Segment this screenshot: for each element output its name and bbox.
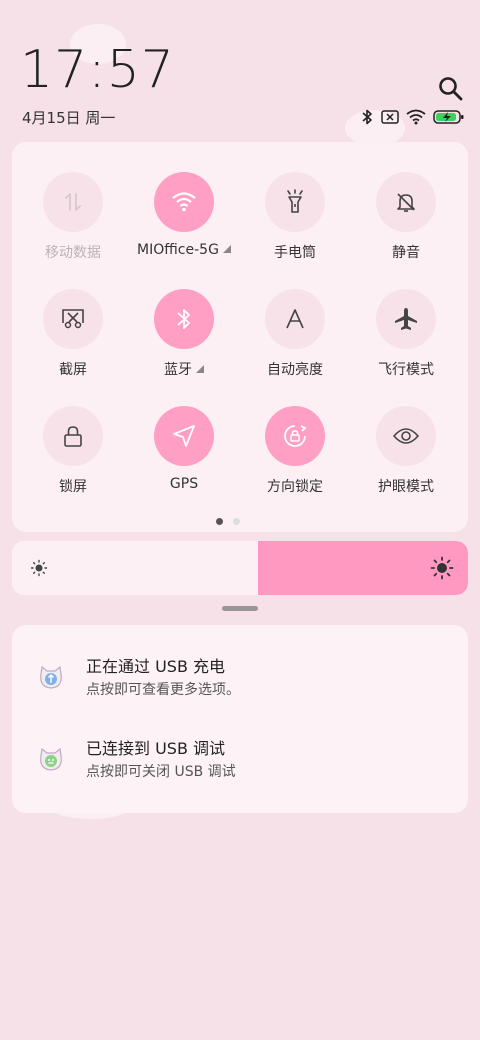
tile-circle [265, 406, 325, 466]
usb-debug-cat-icon [40, 747, 62, 771]
airplane-icon [395, 308, 417, 330]
mobile-data-icon [65, 193, 81, 211]
eye-icon [392, 428, 420, 444]
page-indicator[interactable] [216, 518, 240, 525]
notification-subtitle: 点按即可关闭 USB 调试 [86, 764, 236, 780]
bluetooth-icon [177, 309, 190, 329]
notification-card: 正在通过 USB 充电 点按即可查看更多选项。 已连接到 USB 调试 点按即可… [12, 625, 468, 813]
tile-mobile-data[interactable]: 移动数据 [18, 172, 128, 262]
notification-title: 正在通过 USB 充电 [86, 657, 226, 676]
tile-label: 锁屏 [59, 479, 87, 495]
tile-circle [154, 172, 214, 232]
tile-rotation-lock[interactable]: 方向锁定 [240, 406, 350, 496]
tile-label: 方向锁定 [267, 479, 323, 495]
drag-handle[interactable] [222, 606, 258, 611]
search-button[interactable] [436, 74, 466, 104]
tile-label: GPS [169, 476, 199, 492]
tile-circle [376, 172, 436, 232]
tile-mute[interactable]: 静音 [351, 172, 461, 262]
tile-label: 蓝牙 [129, 359, 239, 379]
rotation-lock-icon [284, 425, 307, 447]
brightness-high-icon [430, 556, 454, 580]
tile-circle [43, 172, 103, 232]
screenshot-icon [62, 309, 84, 329]
tile-label: 手电筒 [274, 245, 316, 261]
tile-circle [376, 406, 436, 466]
tile-label: 截屏 [59, 362, 87, 378]
no-sim-icon [381, 110, 399, 124]
tile-circle [154, 289, 214, 349]
auto-brightness-icon [286, 309, 304, 329]
tile-label: 飞行模式 [378, 362, 434, 378]
page-dot-1[interactable] [216, 518, 223, 525]
clock-time: 17:57 [20, 40, 175, 100]
expand-triangle-icon [222, 245, 231, 253]
brightness-slider[interactable] [12, 541, 468, 595]
search-icon [439, 77, 463, 101]
tile-screenshot[interactable]: 截屏 [18, 289, 128, 379]
notification-usb-charging[interactable]: 正在通过 USB 充电 点按即可查看更多选项。 [12, 647, 468, 707]
tile-label: 护眼模式 [378, 479, 434, 495]
expand-triangle-icon [196, 365, 204, 373]
tile-label: 移动数据 [45, 245, 101, 261]
tile-wifi[interactable]: MIOffice-5G [129, 172, 239, 258]
tile-circle [43, 289, 103, 349]
mute-bell-icon [397, 193, 415, 212]
tile-label: 自动亮度 [267, 362, 323, 378]
tile-auto-brightness[interactable]: 自动亮度 [240, 289, 350, 379]
battery-charging-icon [433, 110, 464, 124]
quick-settings-panel: 移动数据 MIOffice-5G 手电筒 静音 截屏 蓝牙 自动亮度 飞行模式 … [12, 142, 468, 532]
tile-gps[interactable]: GPS [129, 406, 239, 492]
tile-airplane-mode[interactable]: 飞行模式 [351, 289, 461, 379]
clock-date: 4月15日 周一 [22, 109, 116, 127]
tile-label: 静音 [392, 245, 420, 261]
page-dot-2[interactable] [233, 518, 240, 525]
notification-title: 已连接到 USB 调试 [86, 739, 226, 758]
usb-charging-cat-icon [40, 665, 62, 689]
tile-circle [265, 172, 325, 232]
wifi-icon [172, 192, 196, 212]
tile-circle [265, 289, 325, 349]
notification-usb-debugging[interactable]: 已连接到 USB 调试 点按即可关闭 USB 调试 [12, 729, 468, 789]
bluetooth-icon [362, 109, 372, 125]
tile-flashlight[interactable]: 手电筒 [240, 172, 350, 262]
flashlight-icon [287, 189, 303, 213]
status-icons [360, 108, 465, 126]
lock-icon [64, 426, 82, 447]
wifi-icon [406, 109, 426, 125]
tile-label: MIOffice-5G [129, 242, 239, 258]
bluetooth-label: 蓝牙 [164, 362, 192, 378]
tile-circle [154, 406, 214, 466]
tile-lock-screen[interactable]: 锁屏 [18, 406, 128, 496]
tile-circle [376, 289, 436, 349]
tile-bluetooth[interactable]: 蓝牙 [129, 289, 239, 379]
tile-eye-care[interactable]: 护眼模式 [351, 406, 461, 496]
status-header: 17:57 4月15日 周一 [0, 0, 480, 140]
wifi-network-name: MIOffice-5G [137, 242, 219, 258]
brightness-low-icon [30, 559, 48, 577]
gps-icon [173, 425, 195, 447]
tile-circle [43, 406, 103, 466]
notification-subtitle: 点按即可查看更多选项。 [86, 682, 240, 698]
